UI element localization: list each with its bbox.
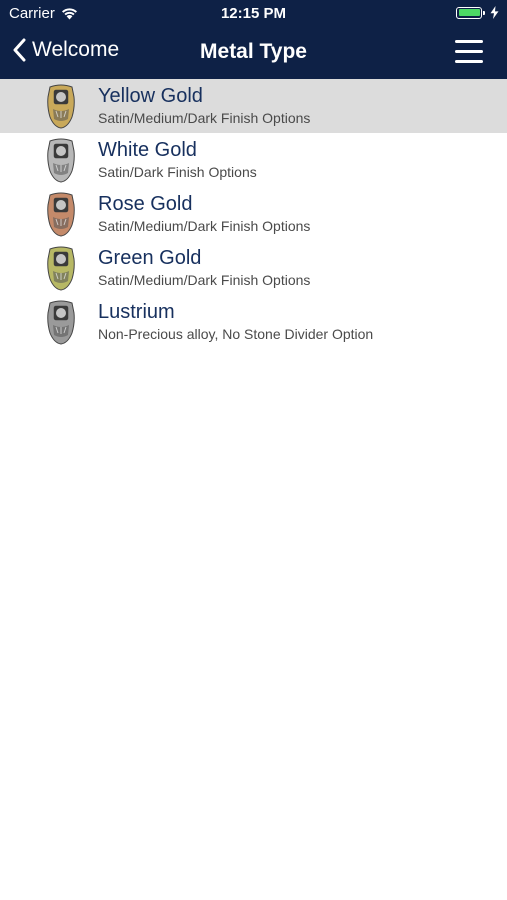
battery-level	[458, 9, 480, 16]
list-item[interactable]: White Gold Satin/Dark Finish Options	[0, 133, 507, 187]
status-bar: Carrier 12:15 PM	[0, 0, 507, 28]
metal-subtitle: Satin/Medium/Dark Finish Options	[98, 110, 311, 126]
metal-title: Green Gold	[98, 247, 202, 269]
list-item[interactable]: Lustrium Non-Precious alloy, No Stone Div…	[0, 295, 507, 349]
list-item[interactable]: Yellow Gold Satin/Medium/Dark Finish Opti…	[0, 79, 507, 133]
ring-thumbnail-icon	[44, 191, 78, 237]
list-item[interactable]: Rose Gold Satin/Medium/Dark Finish Option…	[0, 187, 507, 241]
navigation-bar: Welcome Metal Type	[0, 28, 507, 79]
top-bar: Carrier 12:15 PM Welcome Metal Type	[0, 0, 507, 79]
ring-thumbnail-icon	[44, 137, 78, 183]
metal-subtitle: Non-Precious alloy, No Stone Divider Opt…	[98, 326, 374, 342]
metal-subtitle: Satin/Medium/Dark Finish Options	[98, 218, 311, 234]
battery-indicator	[456, 6, 499, 19]
ring-thumbnail-icon	[44, 83, 78, 129]
metal-title: Rose Gold	[98, 193, 193, 215]
metal-title: Yellow Gold	[98, 85, 203, 107]
list-item[interactable]: Green Gold Satin/Medium/Dark Finish Optio…	[0, 241, 507, 295]
metal-type-list: Yellow Gold Satin/Medium/Dark Finish Opti…	[0, 79, 507, 349]
status-time: 12:15 PM	[220, 5, 287, 22]
ring-thumbnail-icon	[44, 299, 78, 345]
metal-title: White Gold	[98, 139, 197, 161]
page-title: Metal Type	[200, 40, 307, 63]
hamburger-menu-icon[interactable]	[455, 40, 485, 64]
metal-subtitle: Satin/Medium/Dark Finish Options	[98, 272, 311, 288]
charging-bolt-icon	[490, 6, 499, 19]
metal-title: Lustrium	[98, 301, 175, 323]
ring-thumbnail-icon	[44, 245, 78, 291]
metal-subtitle: Satin/Dark Finish Options	[98, 164, 257, 180]
battery-icon	[456, 6, 485, 19]
